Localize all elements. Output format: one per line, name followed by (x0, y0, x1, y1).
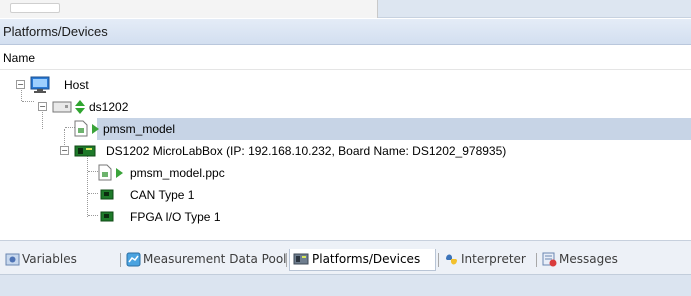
variables-icon (5, 253, 20, 266)
application-file-icon (98, 164, 112, 181)
tab-label: Messages (559, 252, 618, 266)
column-header[interactable]: Name (0, 46, 691, 70)
top-tab-strip (0, 0, 691, 18)
tree-label-ds1202: ds1202 (89, 100, 129, 114)
panel-header: Platforms/Devices (0, 19, 691, 45)
tree-label-fpga: FPGA I/O Type 1 (130, 210, 221, 224)
tab-label: Interpreter (461, 252, 526, 266)
collapse-icon[interactable]: − (38, 102, 47, 111)
tree-row-ppc[interactable]: pmsm_model.ppc (0, 162, 691, 184)
tree-row-host[interactable]: − Host (0, 74, 691, 96)
interpreter-icon (446, 254, 457, 265)
tree-label-ppc: pmsm_model.ppc (130, 166, 225, 180)
tab-label: Variables (22, 252, 77, 266)
tab-variables[interactable]: Variables (3, 249, 118, 271)
tree-row-pmsm-model[interactable]: pmsm_model (97, 118, 691, 140)
tab-separator (438, 253, 439, 267)
updown-arrows-icon (75, 100, 85, 114)
collapse-icon[interactable]: − (60, 146, 69, 155)
tree-label-pmsm-model: pmsm_model (103, 122, 176, 136)
tree-label-host: Host (64, 78, 89, 92)
measurement-data-pool-icon (126, 252, 141, 267)
board-icon (74, 145, 96, 157)
tab-messages[interactable]: Messages (540, 249, 635, 271)
tab-measurement-data-pool[interactable]: Measurement Data Pool (124, 249, 287, 271)
tab-platforms-devices[interactable]: Platforms/Devices (289, 249, 436, 271)
device-box-icon (52, 101, 72, 113)
top-tab-field[interactable] (10, 3, 60, 13)
column-header-name[interactable]: Name (3, 51, 35, 65)
tab-label: Measurement Data Pool (143, 252, 287, 266)
tree-label-can: CAN Type 1 (130, 188, 195, 202)
tree-row-board[interactable]: − DS1202 MicroLabBox (IP: 192.168.10.232… (0, 140, 691, 162)
status-bar (0, 274, 691, 296)
device-tree[interactable]: − Host − ds1202 pmsm_model − DS1202 Micr… (0, 70, 691, 240)
run-state-icon (92, 124, 99, 134)
computer-icon (30, 76, 50, 93)
tree-row-can[interactable]: CAN Type 1 (0, 184, 691, 206)
panel-title: Platforms/Devices (3, 24, 108, 39)
tab-interpreter[interactable]: Interpreter (442, 249, 534, 271)
board-icon (100, 211, 114, 222)
bottom-tab-bar: Variables Measurement Data Pool Platform… (0, 240, 691, 274)
run-state-icon (116, 168, 123, 178)
tree-label-board: DS1202 MicroLabBox (IP: 192.168.10.232, … (106, 144, 507, 158)
messages-icon (542, 252, 557, 267)
board-icon (100, 189, 114, 200)
tree-row-ds1202[interactable]: − ds1202 (0, 96, 691, 118)
platforms-devices-icon (293, 253, 309, 265)
application-file-icon (74, 120, 88, 137)
tab-separator (286, 253, 287, 267)
collapse-icon[interactable]: − (16, 80, 25, 89)
tree-row-fpga[interactable]: FPGA I/O Type 1 (0, 206, 691, 228)
top-tab[interactable] (0, 0, 378, 18)
tab-separator (120, 253, 121, 267)
tab-separator (536, 253, 537, 267)
tab-label: Platforms/Devices (312, 252, 421, 266)
